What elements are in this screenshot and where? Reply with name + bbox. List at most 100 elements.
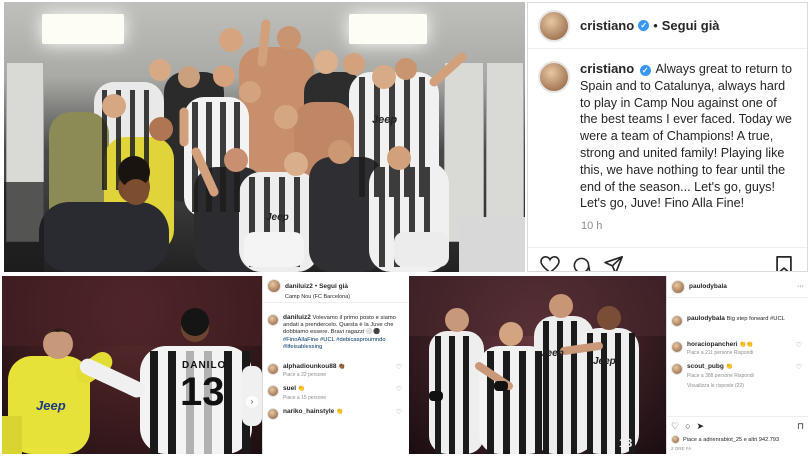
avatar[interactable] — [671, 435, 680, 444]
post-header: paulodybala ··· — [667, 276, 808, 298]
comment-text: 👏🏾 — [338, 364, 346, 371]
heart-icon[interactable]: ♡ — [796, 341, 802, 349]
caption-row: daniluiz2 Volevamo il primo posto e siam… — [263, 311, 408, 354]
players-celebrating — [409, 276, 666, 454]
post-time: 2 ORE FA — [671, 446, 692, 451]
comment: scout_pubg 👏 Piace a 388 persone Rispond… — [687, 363, 754, 379]
jersey-sponsor-text: Jeep — [541, 348, 564, 359]
comment-row: suel 👏 Piace a 15 persone ♡ — [263, 382, 408, 404]
avatar[interactable] — [267, 279, 281, 293]
avatar[interactable] — [671, 363, 683, 376]
avatar[interactable] — [267, 314, 279, 326]
caption-username[interactable]: daniluiz2 — [283, 314, 311, 321]
comment-icon[interactable]: ○ — [685, 421, 690, 431]
comment-likes[interactable]: Piace a 388 persone — [687, 373, 733, 379]
avatar[interactable] — [267, 385, 279, 398]
comment: suel 👏 Piace a 15 persone — [283, 385, 326, 401]
comment-username[interactable]: scout_pubg — [687, 363, 724, 370]
likes-summary[interactable]: Piace a adrienrabiot_25 e altri 942.793 — [683, 437, 779, 443]
caption: cristiano ✓ Always great to return to Sp… — [580, 61, 797, 212]
jersey-number: 13 — [180, 370, 225, 414]
heart-icon[interactable]: ♡ — [396, 363, 402, 371]
caption: paulodybala Big step forward #UCL — [687, 315, 785, 323]
post-header: daniluiz2 • Segui già — [263, 276, 408, 294]
reply-link[interactable]: Rispondi — [734, 373, 753, 379]
comment-row: alphadiounkou88 👏🏾 Piace a 22 persone ♡ — [263, 360, 408, 382]
avatar[interactable] — [538, 9, 570, 42]
action-bar: ♡ ○ ➤ ⊓ Piace a adrienrabiot_25 e altri … — [667, 416, 808, 454]
comment-text: 👏 — [335, 408, 344, 415]
reply-link[interactable]: Rispondi — [734, 350, 753, 356]
comment-meta: Piace a 388 persone Rispondi — [687, 373, 754, 380]
caption-row: paulodybala Big step forward #UCL — [667, 312, 808, 330]
post-time: 10 h — [581, 220, 603, 232]
caption-username[interactable]: cristiano — [580, 61, 634, 76]
jersey-sponsor-text: Jeep — [372, 114, 398, 126]
comment-icon[interactable] — [572, 256, 591, 272]
comment: alphadiounkou88 👏🏾 Piace a 22 persone — [283, 363, 345, 379]
heart-icon[interactable]: ♡ — [396, 408, 402, 416]
share-icon[interactable]: ➤ — [697, 421, 705, 432]
comment-row: nariko_hainstyle 👏 ♡ — [263, 405, 408, 423]
avatar[interactable] — [538, 61, 570, 93]
comment-username[interactable]: nariko_hainstyle — [283, 408, 334, 415]
avatar[interactable] — [671, 315, 683, 327]
avatar[interactable] — [671, 279, 685, 294]
post-location[interactable]: Camp Nou (FC Barcelona) — [263, 294, 408, 303]
follow-status-button[interactable]: Segui già — [662, 18, 720, 33]
comment-likes[interactable]: Piace a 211 persone — [687, 350, 733, 356]
separator-dot: • — [653, 18, 658, 33]
team-group — [4, 19, 525, 272]
dybala-post-photo: Jeep Jeep 13 — [409, 276, 666, 454]
post-header: cristiano ✓ • Segui già — [528, 3, 807, 49]
danilo-post-photo: Jeep DANILO 13 › — [2, 276, 262, 454]
heart-icon[interactable]: ♡ — [671, 421, 679, 432]
comment: nariko_hainstyle 👏 — [283, 408, 343, 416]
caption-text: Always great to return to Spain and to C… — [580, 62, 792, 211]
caption-text: Big step forward #UCL — [726, 316, 785, 322]
avatar[interactable] — [671, 341, 683, 353]
post-username[interactable]: daniluiz2 — [285, 283, 313, 290]
comment-meta: Piace a 211 persone Rispondi — [687, 350, 754, 357]
comment-likes[interactable]: Piace a 15 persone — [283, 395, 326, 402]
caption-username[interactable]: paulodybala — [687, 315, 725, 322]
jersey-number: 13 — [619, 436, 633, 450]
view-replies-link[interactable]: Visualizza le risposte (22) — [667, 383, 808, 389]
more-options-icon[interactable]: ··· — [797, 283, 804, 290]
comment-username[interactable]: suel — [283, 385, 296, 392]
avatar[interactable] — [267, 407, 279, 420]
chevron-right-icon[interactable]: › — [246, 396, 258, 408]
post-panel-dybala: paulodybala ··· paulodybala Big step for… — [666, 276, 808, 454]
comment-text: 👏 — [725, 364, 733, 371]
comment-text: 👏👏 — [739, 342, 754, 348]
share-icon[interactable] — [604, 256, 624, 272]
comment-row: horaciopancheri 👏👏 Piace a 211 persone R… — [667, 338, 808, 360]
jersey-sponsor-text: Jeep — [266, 212, 289, 223]
post-panel-danilo: daniluiz2 • Segui già Camp Nou (FC Barce… — [262, 276, 408, 454]
comment: horaciopancheri 👏👏 Piace a 211 persone R… — [687, 341, 754, 357]
post-panel-main: cristiano ✓ • Segui già cristiano ✓ Alwa… — [527, 2, 808, 272]
post-username[interactable]: cristiano — [580, 18, 634, 33]
action-bar — [528, 247, 807, 272]
bookmark-icon[interactable]: ⊓ — [797, 421, 804, 432]
bookmark-icon[interactable] — [776, 256, 792, 272]
comment-username[interactable]: horaciopancheri — [687, 341, 738, 348]
caption: daniluiz2 Volevamo il primo posto e siam… — [283, 314, 404, 351]
jersey-sponsor-text: Jeep — [593, 356, 616, 367]
comment-text: 👏 — [297, 386, 305, 393]
follow-status-button[interactable]: Segui già — [319, 283, 348, 290]
jersey-sponsor-text: Jeep — [36, 398, 66, 413]
heart-icon[interactable]: ♡ — [796, 363, 802, 371]
caption-hashtags[interactable]: #FinoAllaFine #UCL #debicasproumndo #lif… — [283, 337, 386, 350]
post-username[interactable]: paulodybala — [689, 283, 727, 290]
heart-icon[interactable] — [540, 256, 560, 272]
comment-username[interactable]: alphadiounkou88 — [283, 363, 336, 370]
comment-row: scout_pubg 👏 Piace a 388 persone Rispond… — [667, 360, 808, 382]
comment-likes[interactable]: Piace a 22 persone — [283, 372, 345, 379]
verified-badge-icon: ✓ — [638, 20, 650, 31]
heart-icon[interactable]: ♡ — [396, 385, 402, 393]
verified-badge-icon: ✓ — [639, 65, 651, 76]
locker-room-photo: Jeep Jeep — [4, 2, 525, 272]
avatar[interactable] — [267, 363, 279, 376]
collage: Jeep Jeep cristiano ✓ • Segui già cristi… — [0, 0, 810, 456]
